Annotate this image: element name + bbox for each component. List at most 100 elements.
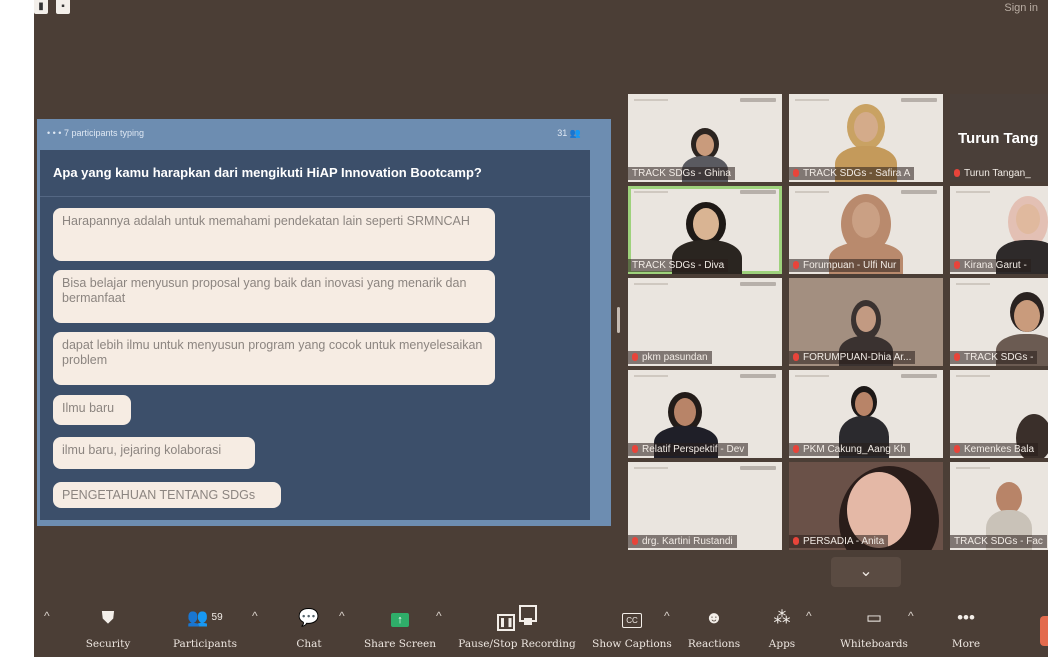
answer-card: Ilmu baru <box>53 395 131 425</box>
security-button[interactable]: ⛊ Security <box>78 605 138 651</box>
smiley-icon: ☻ <box>705 608 723 627</box>
people-icon: 👥 <box>569 128 581 138</box>
more-dots-icon: ••• <box>957 608 975 627</box>
mic-muted-icon <box>954 261 960 269</box>
apps-icon: ⁂ <box>773 608 791 627</box>
participants-count: 59 <box>211 612 223 623</box>
slide-header <box>956 190 1048 194</box>
whiteboard-icon: ▭ <box>865 608 883 627</box>
video-tile[interactable]: TRACK SDGs - Safira A <box>789 94 943 182</box>
slide-header <box>795 98 937 102</box>
participant-face <box>854 112 878 142</box>
pause-stop-recording-button[interactable]: ❚❚ Pause/Stop Recording <box>452 605 582 651</box>
scroll-down-button[interactable]: ⌄ <box>831 557 901 587</box>
mic-muted-icon <box>954 445 960 453</box>
participant-face <box>856 306 876 332</box>
more-button[interactable]: ••• More <box>946 605 986 651</box>
participant-name: Turun Tangan_ <box>950 167 1035 180</box>
chevron-down-icon: ⌄ <box>859 563 873 580</box>
participant-face <box>693 208 719 240</box>
tile-slide-title: Turun Tang <box>958 130 1039 147</box>
mic-muted-icon <box>632 445 638 453</box>
meeting-toolbar: ^ ⛊ Security 👥 59 Participants ^ 💬 Chat ^… <box>34 605 1048 657</box>
participant-face <box>674 398 696 426</box>
slide-header <box>956 374 1048 378</box>
video-tile[interactable]: TRACK SDGs - <box>950 278 1048 366</box>
participant-name: TRACK SDGs - Safira A <box>789 167 915 180</box>
mic-muted-icon <box>954 353 960 361</box>
participant-name: TRACK SDGs - Fac <box>950 535 1047 548</box>
video-tile[interactable]: pkm pasundan <box>628 278 782 366</box>
shared-screen: • • • 7 participants typing 31 👥 Apa yan… <box>37 119 611 526</box>
chevron-up-icon[interactable]: ^ <box>44 609 50 623</box>
video-tile[interactable]: Turun Tang Turun Tangan_ <box>950 94 1048 182</box>
question-title: Apa yang kamu harapkan dari mengikuti Hi… <box>53 165 482 180</box>
participant-face <box>696 134 714 156</box>
show-captions-button[interactable]: CC Show Captions <box>590 605 674 651</box>
chevron-up-icon[interactable]: ^ <box>664 609 670 623</box>
apps-button[interactable]: ⁂ Apps <box>762 605 802 651</box>
chat-button[interactable]: 💬 Chat <box>286 605 332 651</box>
end-meeting-button[interactable] <box>1040 616 1048 646</box>
video-tile[interactable]: PKM Cakung_Aang Kh <box>789 370 943 458</box>
participants-icon: 👥 59 <box>187 608 223 627</box>
participants-button[interactable]: 👥 59 Participants <box>168 605 242 651</box>
slide-header <box>956 466 1048 470</box>
split-view-handle[interactable] <box>617 307 620 333</box>
sign-in-link[interactable]: Sign in <box>1004 2 1038 14</box>
answer-card: Harapannya adalah untuk memahami pendeka… <box>53 208 495 261</box>
participant-name: Kirana Garut - <box>950 259 1031 272</box>
captions-icon: CC <box>590 605 674 631</box>
share-status-bar: • • • 7 participants typing 31 👥 <box>47 128 581 142</box>
mic-muted-icon <box>632 353 638 361</box>
mic-muted-icon <box>793 353 799 361</box>
chevron-up-icon[interactable]: ^ <box>806 609 812 623</box>
participant-name: TRACK SDGs - Ghina <box>628 167 735 180</box>
video-tile[interactable]: Kirana Garut - <box>950 186 1048 274</box>
share-screen-button[interactable]: ↑ Share Screen <box>362 605 438 651</box>
video-tile[interactable]: PERSADIA - Anita <box>789 462 943 550</box>
video-tile[interactable]: drg. Kartini Rustandi <box>628 462 782 550</box>
mic-muted-icon <box>632 537 638 545</box>
mic-muted-icon <box>793 537 799 545</box>
video-tile[interactable]: Relatif Perspektif - Dev <box>628 370 782 458</box>
answer-card: PENGETAHUAN TENTANG SDGs <box>53 482 281 508</box>
slide-header <box>634 190 776 194</box>
participant-name: FORUMPUAN-Dhia Ar... <box>789 351 916 364</box>
chevron-up-icon[interactable]: ^ <box>339 609 345 623</box>
participant-face <box>1016 204 1040 234</box>
participant-face <box>855 392 873 416</box>
participant-name: pkm pasundan <box>628 351 712 364</box>
video-tile[interactable]: FORUMPUAN-Dhia Ar... <box>789 278 943 366</box>
question-panel: Apa yang kamu harapkan dari mengikuti Hi… <box>40 150 590 520</box>
chevron-up-icon[interactable]: ^ <box>252 609 258 623</box>
whiteboards-button[interactable]: ▭ Whiteboards <box>836 605 912 651</box>
slide-header <box>634 466 776 470</box>
video-tile[interactable]: Forumpuan - Ulfi Nur <box>789 186 943 274</box>
participant-name: Forumpuan - Ulfi Nur <box>789 259 901 272</box>
video-tile[interactable]: TRACK SDGs - Fac <box>950 462 1048 550</box>
video-tile[interactable]: TRACK SDGs - Ghina <box>628 94 782 182</box>
participant-face <box>1014 300 1040 332</box>
video-tile-active-speaker[interactable]: TRACK SDGs - Diva <box>628 186 782 274</box>
participant-name: TRACK SDGs - Diva <box>628 259 729 272</box>
participant-name: PERSADIA - Anita <box>789 535 889 548</box>
participant-name: drg. Kartini Rustandi <box>628 535 737 548</box>
video-tile[interactable]: Kemenkes Bala <box>950 370 1048 458</box>
mic-muted-icon <box>793 445 799 453</box>
slide-header <box>795 374 937 378</box>
chevron-up-icon[interactable]: ^ <box>436 609 442 623</box>
view-toggle-button[interactable]: ▮ <box>34 0 48 14</box>
slide-header <box>634 282 776 286</box>
chat-bubble-icon: 💬 <box>298 608 320 627</box>
mic-muted-icon <box>793 261 799 269</box>
slide-header <box>634 98 776 102</box>
reactions-button[interactable]: ☻ Reactions <box>684 605 744 651</box>
divider <box>40 196 590 197</box>
mic-muted-icon <box>954 169 960 177</box>
layout-button[interactable]: ▪ <box>56 0 70 14</box>
chevron-up-icon[interactable]: ^ <box>908 609 914 623</box>
shield-icon: ⛊ <box>101 608 115 627</box>
typing-indicator: • • • 7 participants typing <box>47 128 145 138</box>
share-screen-icon: ↑ <box>362 605 438 631</box>
